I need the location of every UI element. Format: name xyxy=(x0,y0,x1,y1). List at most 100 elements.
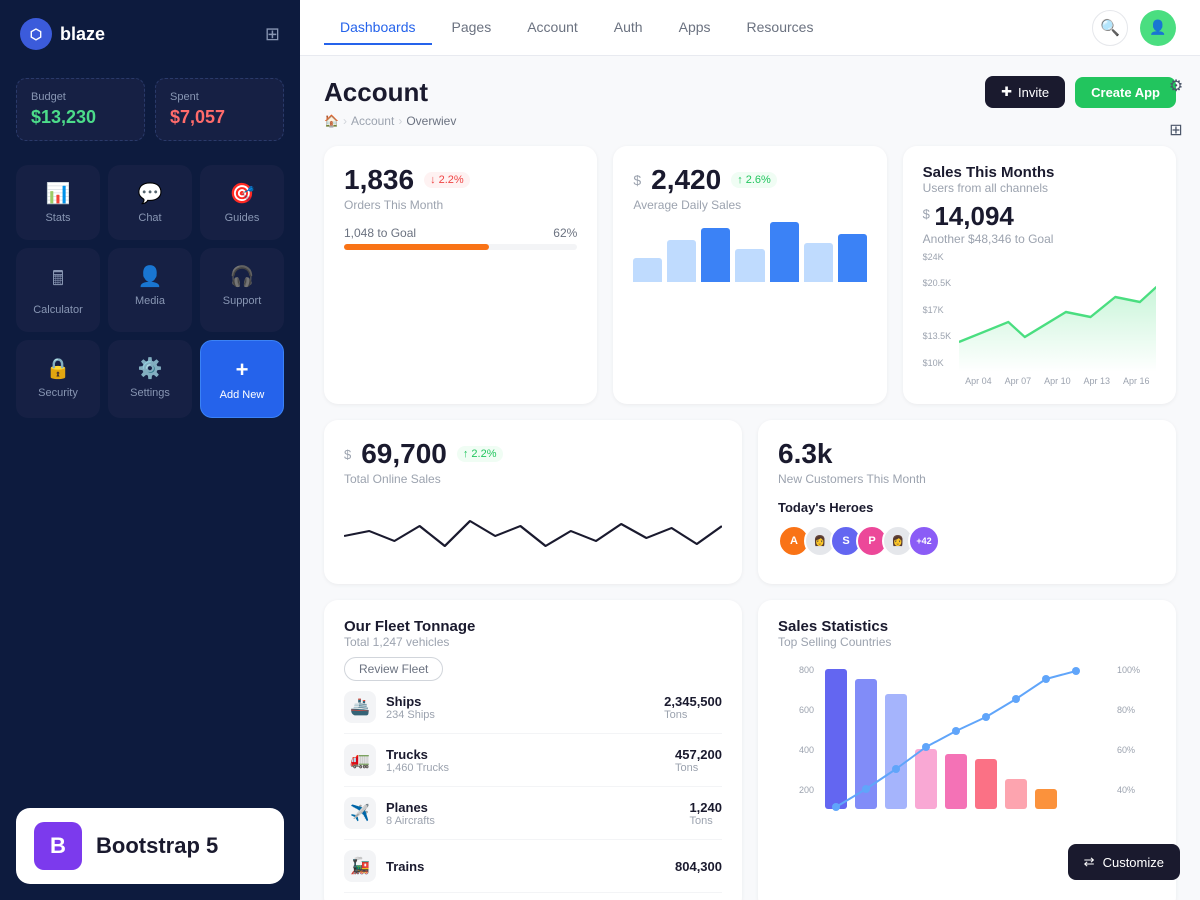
planes-count: 8 Aircrafts xyxy=(386,815,435,827)
sales-line-chart xyxy=(959,252,1156,372)
calculator-label: Calculator xyxy=(33,304,83,316)
customize-icon: ⇄ xyxy=(1084,854,1095,870)
invite-button[interactable]: ✚ Invite xyxy=(985,76,1065,108)
topnav-right: 🔍 👤 xyxy=(1092,10,1176,46)
x-label-3: Apr 10 xyxy=(1044,376,1071,386)
svg-text:800: 800 xyxy=(799,665,814,675)
x-label-4: Apr 13 xyxy=(1084,376,1111,386)
total-sales-card: $ 69,700 ↑ 2.2% Total Online Sales xyxy=(324,420,742,584)
planes-unit: Tons xyxy=(689,815,722,827)
trains-icon: 🚂 xyxy=(344,850,376,882)
logo-text: blaze xyxy=(60,24,105,45)
security-label: Security xyxy=(38,387,78,399)
y-label-1: $24K xyxy=(923,252,944,262)
sidebar-item-stats[interactable]: 📊 Stats xyxy=(16,165,100,240)
logo-area: ⬡ blaze xyxy=(20,18,105,50)
security-icon: 🔒 xyxy=(46,356,71,381)
sales-stats-chart: 800 600 400 200 100% 80% 60% 40% xyxy=(778,659,1156,819)
sidebar-header: ⬡ blaze ⊞ xyxy=(0,0,300,68)
svg-text:400: 400 xyxy=(799,745,814,755)
bar-6 xyxy=(804,243,833,282)
sidebar-item-settings[interactable]: ⚙️ Settings xyxy=(108,340,192,418)
logo-icon: ⬡ xyxy=(20,18,52,50)
menu-icon[interactable]: ⊞ xyxy=(265,24,280,45)
ships-icon: 🚢 xyxy=(344,691,376,723)
sidebar-item-guides[interactable]: 🎯 Guides xyxy=(200,165,284,240)
fleet-left-ships: 🚢 Ships 234 Ships xyxy=(344,691,435,723)
trains-value: 804,300 xyxy=(675,859,722,874)
fleet-row-ships: 🚢 Ships 234 Ships 2,345,500 Tons xyxy=(344,681,722,734)
home-icon: 🏠 xyxy=(324,114,339,128)
sidebar-item-chat[interactable]: 💬 Chat xyxy=(108,165,192,240)
trucks-unit: Tons xyxy=(675,762,722,774)
tab-resources[interactable]: Resources xyxy=(731,11,830,45)
sidebar-item-calculator[interactable]: 🖩 Calculator xyxy=(16,248,100,332)
bar-2 xyxy=(667,240,696,282)
total-dollar: $ xyxy=(344,447,351,462)
customize-label: Customize xyxy=(1103,855,1164,870)
sales-dollar: $ xyxy=(923,207,930,222)
trucks-count: 1,460 Trucks xyxy=(386,762,449,774)
fleet-row-planes: ✈️ Planes 8 Aircrafts 1,240 Tons xyxy=(344,787,722,840)
svg-text:40%: 40% xyxy=(1117,785,1135,795)
budget-label: Budget xyxy=(31,91,130,103)
settings-right-icon[interactable]: ⚙ xyxy=(1169,76,1183,96)
tab-apps[interactable]: Apps xyxy=(663,11,727,45)
sales-title: Sales This Months xyxy=(923,164,1156,181)
stats-grid: 1,836 ↓ 2.2% Orders This Month 1,048 to … xyxy=(324,146,1176,404)
fleet-left-trucks: 🚛 Trucks 1,460 Trucks xyxy=(344,744,449,776)
topnav: Dashboards Pages Account Auth Apps Resou… xyxy=(300,0,1200,56)
settings-icon: ⚙️ xyxy=(138,356,163,381)
total-sales-label: Total Online Sales xyxy=(344,472,722,486)
search-button[interactable]: 🔍 xyxy=(1092,10,1128,46)
grid-right-icon[interactable]: ⊞ xyxy=(1169,120,1182,140)
sales-sub-text: Another $48,346 to Goal xyxy=(923,232,1156,246)
orders-badge: ↓ 2.2% xyxy=(424,172,470,188)
daily-sales-value: 2,420 xyxy=(651,164,721,196)
stats-row2: $ 69,700 ↑ 2.2% Total Online Sales 6.3k xyxy=(324,420,1176,584)
y-label-3: $17K xyxy=(923,305,944,315)
breadcrumb-account[interactable]: Account xyxy=(351,114,394,128)
orders-value: 1,836 xyxy=(344,164,414,196)
progress-label: 1,048 to Goal xyxy=(344,226,416,240)
new-customers-card: 6.3k New Customers This Month Today's He… xyxy=(758,420,1176,584)
tab-auth[interactable]: Auth xyxy=(598,11,659,45)
progress-bar-fill xyxy=(344,244,489,250)
page-wrapper: Dashboards Pages Account Auth Apps Resou… xyxy=(300,0,1200,900)
trucks-name: Trucks xyxy=(386,747,449,762)
fleet-subtitle: Total 1,247 vehicles xyxy=(344,635,722,649)
heroes-row: A 👩 S P 👩 +42 xyxy=(778,525,1156,557)
sidebar-grid: 📊 Stats 💬 Chat 🎯 Guides 🖩 Calculator 👤 M… xyxy=(0,157,300,426)
planes-name: Planes xyxy=(386,800,435,815)
hero-avatar-more: +42 xyxy=(908,525,940,557)
notification-button[interactable]: 👤 xyxy=(1140,10,1176,46)
tab-dashboards[interactable]: Dashboards xyxy=(324,11,432,45)
daily-sales-badge: ↑ 2.6% xyxy=(731,172,777,188)
bottom-grid: Our Fleet Tonnage Total 1,247 vehicles R… xyxy=(324,600,1176,900)
chart-x-labels: Apr 04 Apr 07 Apr 10 Apr 13 Apr 16 xyxy=(923,376,1156,386)
ships-unit: Tons xyxy=(664,709,722,721)
customize-button[interactable]: ⇄ Customize xyxy=(1068,844,1180,880)
review-fleet-button[interactable]: Review Fleet xyxy=(344,657,443,681)
spent-value: $7,057 xyxy=(170,107,269,128)
sidebar-item-media[interactable]: 👤 Media xyxy=(108,248,192,332)
sidebar-item-add-new[interactable]: + Add New xyxy=(200,340,284,418)
svg-text:80%: 80% xyxy=(1117,705,1135,715)
fleet-left-trains: 🚂 Trains xyxy=(344,850,424,882)
topnav-left: Dashboards Pages Account Auth Apps Resou… xyxy=(324,11,829,45)
ships-name: Ships xyxy=(386,694,435,709)
support-icon: 🎧 xyxy=(230,264,255,289)
spent-label: Spent xyxy=(170,91,269,103)
tab-account[interactable]: Account xyxy=(511,11,594,45)
sidebar-item-support[interactable]: 🎧 Support xyxy=(200,248,284,332)
x-label-2: Apr 07 xyxy=(1005,376,1032,386)
bar-1 xyxy=(633,258,662,282)
stats-icon: 📊 xyxy=(46,181,71,206)
total-sales-badge: ↑ 2.2% xyxy=(457,446,503,462)
new-customers-label: New Customers This Month xyxy=(778,472,1156,486)
sidebar-item-security[interactable]: 🔒 Security xyxy=(16,340,100,418)
orders-card: 1,836 ↓ 2.2% Orders This Month 1,048 to … xyxy=(324,146,597,404)
tab-pages[interactable]: Pages xyxy=(436,11,508,45)
trucks-icon: 🚛 xyxy=(344,744,376,776)
planes-value: 1,240 xyxy=(689,800,722,815)
